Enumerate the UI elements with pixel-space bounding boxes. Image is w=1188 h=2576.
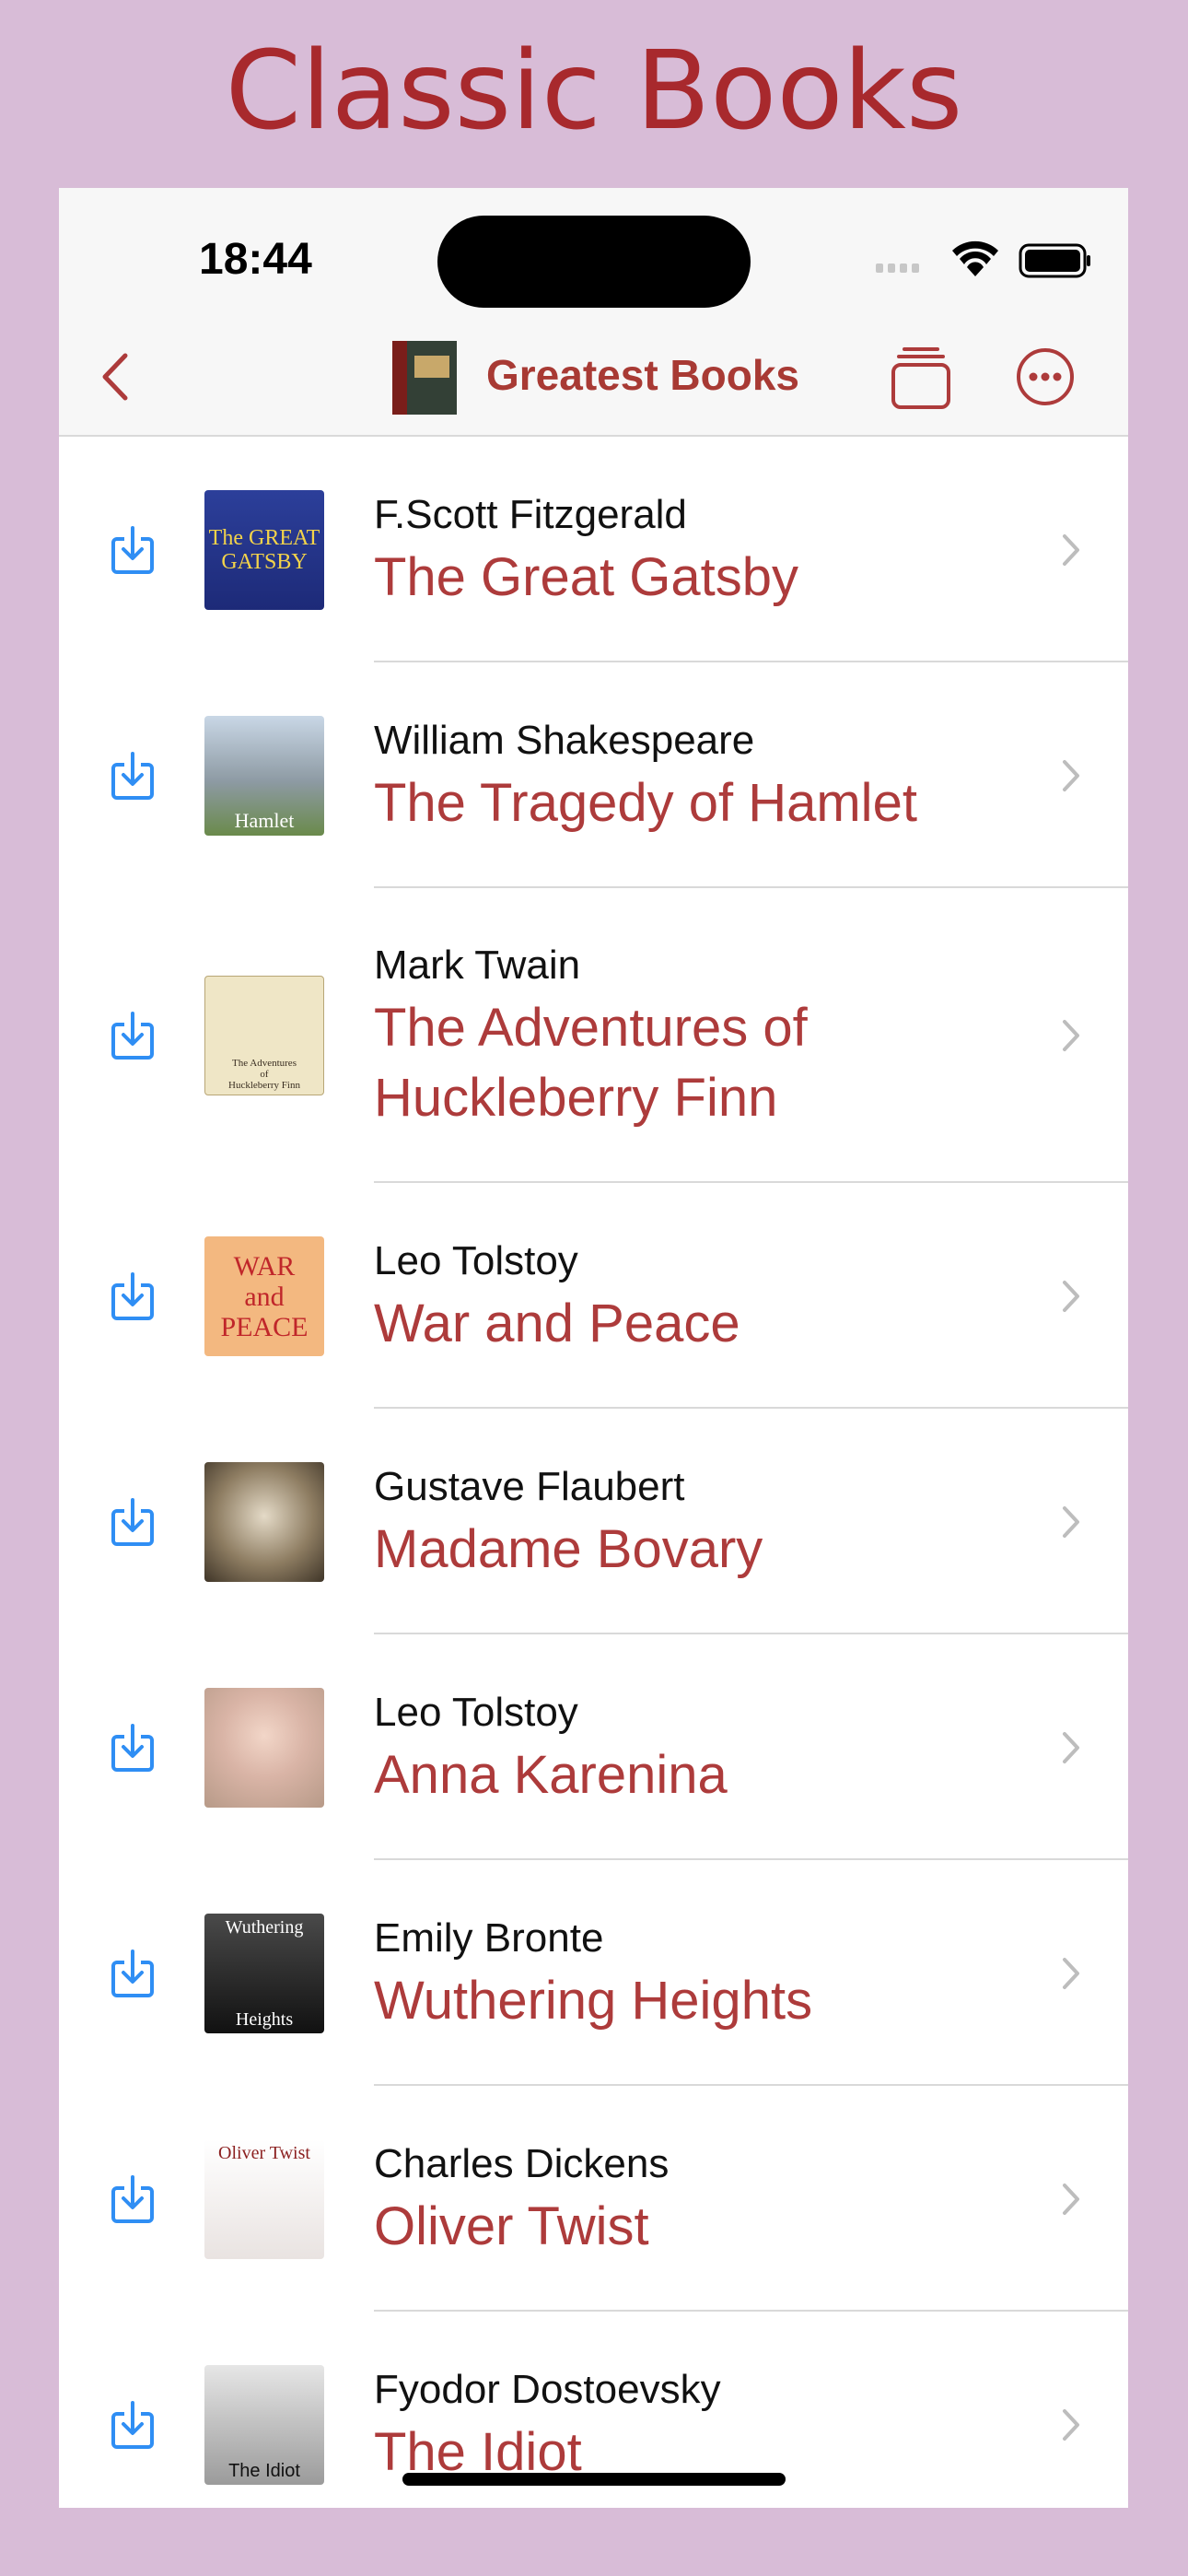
chevron-right-icon	[1063, 1732, 1079, 1763]
cover-text: Hamlet	[234, 808, 295, 832]
cover-text: Wuthering	[225, 1917, 304, 1938]
book-row[interactable]: The GREAT GATSBY F.Scott Fitzgerald The G…	[59, 437, 1128, 662]
book-cover: The Adventures of Huckleberry Finn	[204, 976, 324, 1095]
book-row[interactable]: The Adventures of Huckleberry Finn Mark Tw…	[59, 888, 1128, 1183]
book-cover	[204, 1688, 324, 1808]
book-cover: Oliver Twist	[204, 2139, 324, 2259]
book-title: The Tragedy of Hamlet	[374, 773, 917, 833]
download-icon[interactable]	[110, 1948, 156, 1999]
chevron-right-icon	[1063, 2184, 1079, 2215]
book-row[interactable]: Hamlet William Shakespeare The Tragedy o…	[59, 662, 1128, 888]
chevron-right-icon	[1063, 760, 1079, 791]
download-icon[interactable]	[110, 1722, 156, 1774]
cover-text: Heights	[235, 2009, 294, 2030]
book-list: The GREAT GATSBY F.Scott Fitzgerald The G…	[59, 437, 1128, 2508]
chevron-right-icon	[1063, 1020, 1079, 1051]
chevron-right-icon	[1063, 1958, 1079, 1989]
cover-text: of	[260, 1068, 269, 1080]
book-author: Gustave Flaubert	[374, 1464, 685, 1509]
wifi-icon	[952, 240, 998, 276]
book-author: F.Scott Fitzgerald	[374, 492, 687, 537]
cover-text: WAR	[233, 1250, 296, 1282]
book-title: Madame Bovary	[374, 1519, 763, 1579]
download-icon[interactable]	[110, 750, 156, 802]
download-icon[interactable]	[110, 1496, 156, 1548]
book-cover: The GREAT GATSBY	[204, 490, 324, 610]
book-cover: The Idiot	[204, 2365, 324, 2485]
battery-icon	[1019, 243, 1090, 278]
download-icon[interactable]	[110, 2173, 156, 2225]
navigation-bar: Greatest Books	[59, 317, 1128, 437]
cover-text: Oliver Twist	[218, 2143, 310, 2163]
book-title: The Adventures of Huckleberry Finn	[374, 998, 808, 1128]
dynamic-island	[437, 216, 751, 308]
book-author: Emily Bronte	[374, 1915, 604, 1961]
book-cover: WAR and PEACE	[204, 1236, 324, 1356]
download-icon[interactable]	[110, 1270, 156, 1322]
download-icon[interactable]	[110, 1010, 156, 1061]
page-headline: Classic Books	[225, 27, 963, 154]
book-title: Anna Karenina	[374, 1745, 728, 1805]
more-icon[interactable]	[1013, 345, 1077, 409]
book-author: Mark Twain	[374, 943, 581, 988]
book-cover: Hamlet	[204, 716, 324, 836]
nav-title: Greatest Books	[486, 351, 800, 399]
chevron-right-icon	[1063, 1506, 1079, 1538]
book-author: Leo Tolstoy	[374, 1238, 578, 1283]
download-icon[interactable]	[110, 2399, 156, 2451]
stack-icon[interactable]	[888, 345, 956, 413]
cover-text: GATSBY	[221, 550, 308, 574]
cover-text: The Idiot	[228, 2461, 300, 2481]
status-time: 18:44	[199, 235, 312, 284]
book-title: War and Peace	[374, 1294, 740, 1353]
book-row[interactable]: Wuthering Heights Emily Bronte Wuthering …	[59, 1860, 1128, 2086]
book-row[interactable]: WAR and PEACE Leo Tolstoy War and Peace	[59, 1183, 1128, 1409]
book-title: Oliver Twist	[374, 2196, 649, 2256]
back-chevron-icon[interactable]	[87, 345, 142, 409]
phone-screen: 18:44 Greatest Books The GREAT GATSBY F.…	[59, 188, 1128, 2508]
chevron-right-icon	[1063, 2409, 1079, 2441]
cover-text: and	[244, 1281, 285, 1312]
book-app-icon	[392, 341, 457, 415]
home-indicator	[402, 2473, 786, 2486]
book-row[interactable]: Leo Tolstoy Anna Karenina	[59, 1634, 1128, 1860]
book-cover	[204, 1462, 324, 1582]
status-icons	[876, 240, 1090, 278]
download-icon[interactable]	[110, 524, 156, 576]
book-row[interactable]: Oliver Twist Charles Dickens Oliver Twis…	[59, 2086, 1128, 2312]
chevron-right-icon	[1063, 1281, 1079, 1312]
cover-text: The GREAT	[208, 525, 320, 550]
chevron-right-icon	[1063, 534, 1079, 566]
cover-text: PEACE	[220, 1311, 309, 1342]
book-author: William Shakespeare	[374, 718, 755, 763]
book-author: Leo Tolstoy	[374, 1690, 578, 1735]
cellular-signal-icon	[876, 263, 919, 273]
book-author: Fyodor Dostoevsky	[374, 2367, 721, 2412]
book-title: The Great Gatsby	[374, 547, 798, 607]
book-row[interactable]: Gustave Flaubert Madame Bovary	[59, 1409, 1128, 1634]
book-author: Charles Dickens	[374, 2141, 670, 2186]
cover-text: Huckleberry Finn	[228, 1079, 300, 1091]
cover-text: The Adventures	[232, 1057, 297, 1069]
book-title: Wuthering Heights	[374, 1971, 813, 2031]
book-cover: Wuthering Heights	[204, 1914, 324, 2033]
status-bar: 18:44	[59, 188, 1128, 317]
